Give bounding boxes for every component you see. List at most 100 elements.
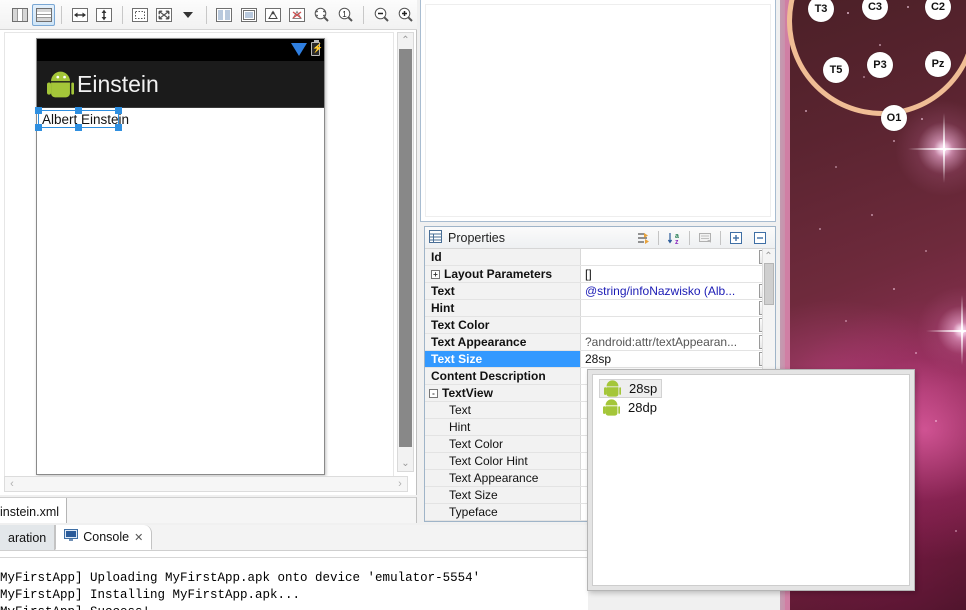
properties-scroll-thumb[interactable] xyxy=(764,263,774,305)
dropdown-arrow-icon[interactable] xyxy=(177,4,200,26)
scroll-left-arrow[interactable]: ‹ xyxy=(5,477,19,491)
eeg-node-label: C3 xyxy=(867,1,883,13)
property-row[interactable]: Text Color ··· xyxy=(425,317,775,334)
sort-alphabetically-icon[interactable]: az xyxy=(663,229,685,247)
star-dot xyxy=(915,352,917,354)
textsize-autocomplete-popup[interactable]: 28sp 28dp xyxy=(587,369,915,591)
editor-tab-xml[interactable]: instein.xml xyxy=(0,498,68,523)
zoom-fit-icon[interactable] xyxy=(309,4,332,26)
tab-console[interactable]: Console ✕ xyxy=(55,525,153,550)
console-line: MyFirstApp] Uploading MyFirstApp.apk ont… xyxy=(0,571,481,585)
property-row[interactable]: + Layout Parameters [] xyxy=(425,266,775,283)
canvas-background: Einstein Albert Einstein xyxy=(4,32,394,492)
property-name: Typeface xyxy=(425,504,581,520)
properties-toolbar: az xyxy=(632,229,771,247)
console-line: MyFirstApp] Installing MyFirstApp.apk... xyxy=(0,588,301,602)
zoom-out-icon[interactable] xyxy=(370,4,393,26)
layout-columns-icon[interactable] xyxy=(8,4,31,26)
property-value[interactable]: @string/infoNazwisko (Alb...··· xyxy=(581,283,775,299)
property-label: Text Color Hint xyxy=(449,454,528,468)
property-row[interactable]: Text @string/infoNazwisko (Alb...··· xyxy=(425,283,775,300)
toolbar-separator xyxy=(121,5,123,24)
property-name: Text Color Hint xyxy=(425,453,581,469)
property-value[interactable]: ··· xyxy=(581,249,775,265)
property-label: Hint xyxy=(449,420,471,434)
property-name: Text Color xyxy=(425,317,581,333)
zoom-in-icon[interactable] xyxy=(394,4,417,26)
property-row[interactable]: Id ··· xyxy=(425,249,775,266)
android-status-bar xyxy=(37,39,324,61)
canvas-horizontal-scrollbar[interactable]: ‹ › xyxy=(4,476,408,492)
property-label: Text Color xyxy=(449,437,504,451)
tab-declaration[interactable]: aration xyxy=(0,525,56,550)
star-dot xyxy=(805,110,807,112)
console-output[interactable]: MyFirstApp] Uploading MyFirstApp.apk ont… xyxy=(0,557,588,610)
property-value[interactable]: [] xyxy=(581,266,775,282)
scroll-right-arrow[interactable]: › xyxy=(393,477,407,491)
properties-header: Properties az xyxy=(425,227,775,249)
show-advanced-properties-icon[interactable] xyxy=(632,229,654,247)
autocomplete-item-label: 28dp xyxy=(628,400,657,415)
textview-widget-text[interactable]: Albert Einstein xyxy=(40,112,131,127)
property-label: Typeface xyxy=(449,505,498,519)
star-dot xyxy=(955,530,957,532)
expand-icon[interactable]: + xyxy=(431,269,440,279)
property-label: TextView xyxy=(442,386,493,400)
property-row[interactable]: Hint ··· xyxy=(425,300,775,317)
device-preview[interactable]: Einstein Albert Einstein xyxy=(35,38,325,475)
property-value-text: @string/infoNazwisko (Alb... xyxy=(585,284,736,298)
property-value[interactable]: ··· xyxy=(581,317,775,333)
vertical-scroll-thumb[interactable] xyxy=(399,49,412,447)
star-dot xyxy=(847,12,849,14)
star-dot xyxy=(925,250,927,252)
expand-all-icon[interactable] xyxy=(725,229,747,247)
property-label: Text xyxy=(431,284,455,298)
scroll-down-arrow[interactable]: ⌄ xyxy=(398,456,413,471)
star-dot xyxy=(845,320,847,322)
zoom-100-icon[interactable]: 1 xyxy=(334,4,357,26)
close-icon[interactable]: ✕ xyxy=(134,531,143,544)
canvas-vertical-scrollbar[interactable]: ⌃ ⌄ xyxy=(397,32,414,472)
property-value[interactable]: ··· xyxy=(581,300,775,316)
collapse-all-icon[interactable] xyxy=(749,229,771,247)
layout-rows-icon[interactable] xyxy=(32,3,56,26)
autocomplete-item-28dp[interactable]: 28dp xyxy=(599,398,661,417)
collapse-icon[interactable]: - xyxy=(429,388,438,398)
autocomplete-item-28sp[interactable]: 28sp xyxy=(599,379,663,398)
toolbar-separator xyxy=(205,5,207,24)
property-value[interactable]: 28sp··· xyxy=(581,351,775,367)
split-horizontal-icon[interactable] xyxy=(213,4,236,26)
property-value[interactable]: ?android:attr/textAppearan...··· xyxy=(581,334,775,350)
tab-console-label: Console xyxy=(83,530,130,544)
expand-all-icon[interactable] xyxy=(153,4,176,26)
property-name: Text xyxy=(425,402,581,418)
eeg-node-label: T3 xyxy=(814,3,828,15)
include-in-icon[interactable] xyxy=(261,4,284,26)
property-name: + Layout Parameters xyxy=(425,266,581,282)
remove-include-icon[interactable] xyxy=(285,4,308,26)
autocomplete-list[interactable]: 28sp 28dp xyxy=(592,374,910,586)
property-name: Text Appearance xyxy=(425,334,581,350)
battery-icon xyxy=(311,40,323,56)
wifi-icon xyxy=(291,42,307,56)
eeg-node-label: O1 xyxy=(886,112,902,124)
eeg-node-o1: O1 xyxy=(881,105,907,131)
property-label: Layout Parameters xyxy=(444,267,553,281)
layout-preview-canvas[interactable]: Einstein Albert Einstein xyxy=(0,30,417,495)
property-row[interactable]: Text Appearance ?android:attr/textAppeara… xyxy=(425,334,775,351)
outline-panel[interactable] xyxy=(420,0,776,222)
star-dot xyxy=(907,6,909,8)
property-name: Hint xyxy=(425,419,581,435)
split-vertical-icon[interactable] xyxy=(237,4,260,26)
marquee-select-icon[interactable] xyxy=(129,4,152,26)
scroll-up-arrow[interactable]: ⌃ xyxy=(398,33,413,48)
fit-height-icon[interactable] xyxy=(92,4,115,26)
console-panel: aration Console ✕ MyFirstApp] Uploading … xyxy=(0,525,588,610)
property-value-text: ?android:attr/textAppearan... xyxy=(585,335,738,349)
toolbar-separator xyxy=(362,5,364,24)
eeg-node-t5: T5 xyxy=(823,57,849,83)
properties-scroll-up-arrow[interactable]: ⌃ xyxy=(763,249,774,264)
star-dot xyxy=(871,214,873,216)
fit-width-icon[interactable] xyxy=(68,4,91,26)
property-row[interactable]: Text Size 28sp··· xyxy=(425,351,775,368)
